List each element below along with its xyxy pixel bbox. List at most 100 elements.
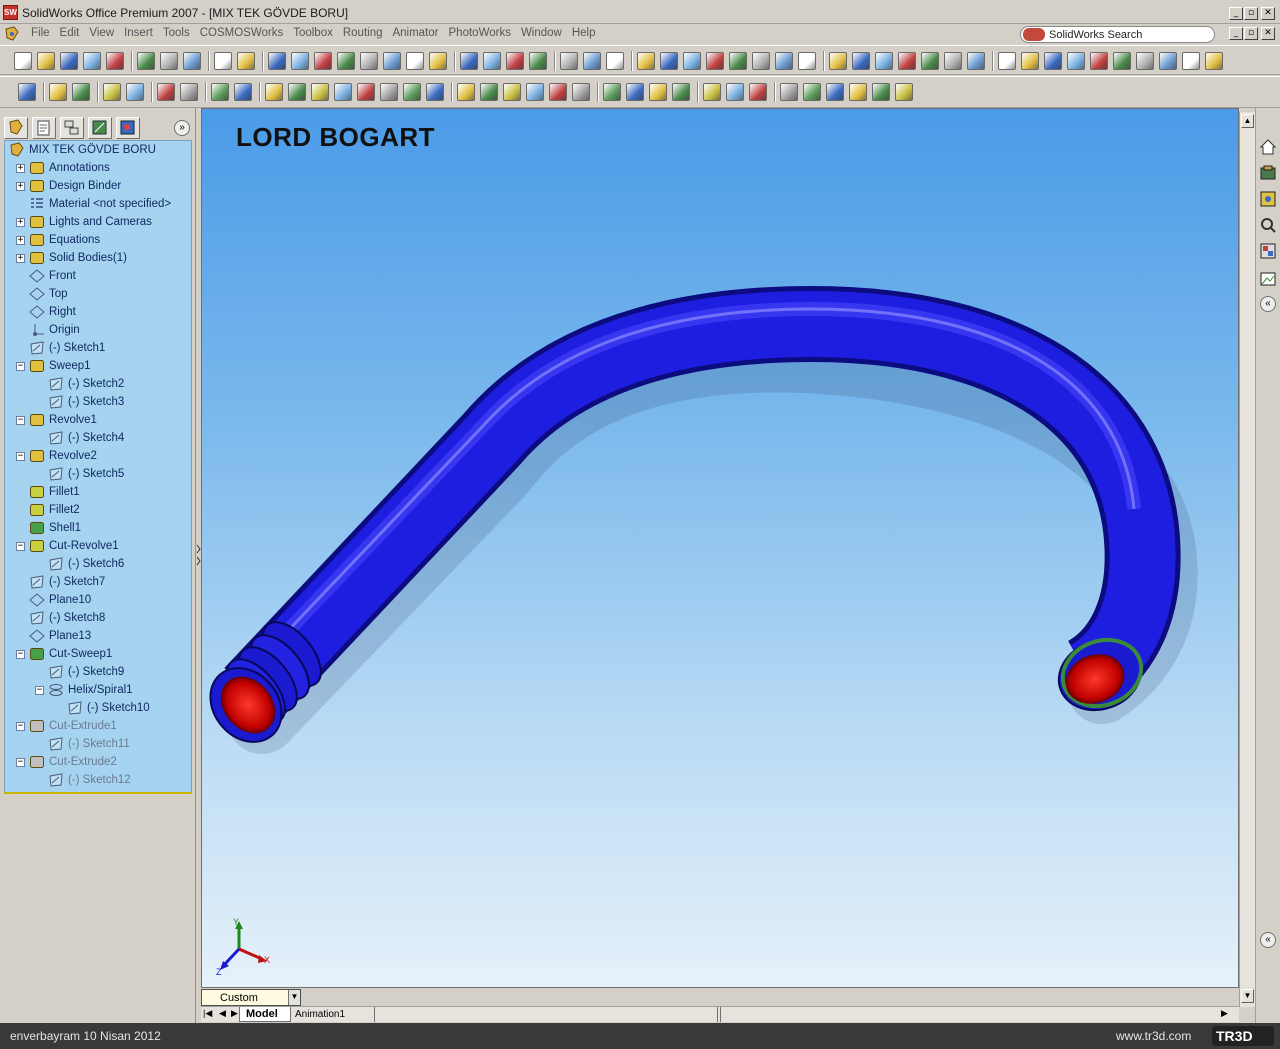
sweep-icon[interactable]	[480, 83, 498, 101]
sketch-icon[interactable]	[672, 83, 690, 101]
expand-icon[interactable]: +	[16, 236, 25, 245]
doc-close-button[interactable]: ✕	[1261, 27, 1275, 40]
collapse-pane-icon[interactable]: «	[1260, 296, 1276, 312]
undo-icon[interactable]	[1067, 52, 1085, 70]
pan-icon[interactable]	[875, 52, 893, 70]
menu-tools[interactable]: Tools	[158, 27, 195, 39]
design-library-icon[interactable]	[1259, 190, 1277, 208]
extrude-icon[interactable]	[103, 83, 121, 101]
smart-dimension-icon[interactable]	[703, 83, 721, 101]
loft-icon[interactable]	[826, 83, 844, 101]
menu-edit[interactable]: Edit	[55, 27, 85, 39]
collapse-icon[interactable]: −	[16, 452, 25, 461]
shell-icon[interactable]	[572, 83, 590, 101]
view-icon[interactable]	[1205, 52, 1223, 70]
print-icon[interactable]	[1044, 52, 1062, 70]
pattern-icon[interactable]	[603, 83, 621, 101]
print-icon[interactable]	[406, 52, 424, 70]
menu-file[interactable]: File	[26, 27, 55, 39]
print-icon[interactable]	[83, 52, 101, 70]
tab-model[interactable]: Model	[239, 1007, 291, 1022]
menu-routing[interactable]: Routing	[338, 27, 388, 39]
zoom-icon[interactable]	[506, 52, 524, 70]
dimxpert-tab[interactable]	[88, 117, 112, 139]
collapse-icon[interactable]: −	[35, 686, 44, 695]
extrude-icon[interactable]	[426, 83, 444, 101]
sketch-icon[interactable]	[357, 83, 375, 101]
close-button[interactable]: ✕	[1261, 7, 1275, 20]
save-icon[interactable]	[1021, 52, 1039, 70]
select-icon[interactable]	[1113, 52, 1131, 70]
collapse-icon[interactable]: −	[16, 650, 25, 659]
new-icon[interactable]	[337, 52, 355, 70]
collapse-icon[interactable]: −	[16, 722, 25, 731]
menu-cosmosworks[interactable]: COSMOSWorks	[195, 27, 289, 39]
fillet-icon[interactable]	[849, 83, 867, 101]
solidworks-app-icon[interactable]: SW	[3, 5, 18, 20]
menu-animator[interactable]: Animator	[387, 27, 443, 39]
revolve-icon[interactable]	[780, 83, 798, 101]
expand-icon[interactable]: +	[16, 164, 25, 173]
menu-window[interactable]: Window	[516, 27, 567, 39]
property-manager-tab[interactable]	[32, 117, 56, 139]
select-icon[interactable]	[798, 52, 816, 70]
expand-icon[interactable]: +	[16, 182, 25, 191]
doc-minimize-button[interactable]: _	[1229, 27, 1243, 40]
scroll-right-icon[interactable]: ▶	[1221, 1008, 1228, 1019]
scroll-up-icon[interactable]: ▲	[1241, 114, 1254, 128]
undo-icon[interactable]	[429, 52, 447, 70]
menu-toolbox[interactable]: Toolbox	[288, 27, 338, 39]
menu-photoworks[interactable]: PhotoWorks	[444, 27, 516, 39]
chamfer-icon[interactable]	[872, 83, 890, 101]
zoom-icon[interactable]	[183, 52, 201, 70]
chevron-down-icon[interactable]: ▼	[288, 990, 300, 1005]
new-icon[interactable]	[967, 52, 985, 70]
mirror-icon[interactable]	[626, 83, 644, 101]
display-icon[interactable]	[314, 52, 332, 70]
rotate-icon[interactable]	[852, 52, 870, 70]
open-icon[interactable]	[683, 52, 701, 70]
search-pane-icon[interactable]	[1259, 242, 1277, 260]
doc-restore-button[interactable]: ▫	[1244, 27, 1258, 40]
select-icon[interactable]	[160, 52, 178, 70]
redo-icon[interactable]	[775, 52, 793, 70]
tab-next-icon[interactable]: ▶	[231, 1008, 238, 1019]
pan-icon[interactable]	[237, 52, 255, 70]
loft-icon[interactable]	[503, 83, 521, 101]
menu-insert[interactable]: Insert	[119, 27, 158, 39]
collapse-icon[interactable]: −	[16, 542, 25, 551]
open-icon[interactable]	[998, 52, 1016, 70]
chamfer-icon[interactable]	[549, 83, 567, 101]
open-icon[interactable]	[360, 52, 378, 70]
configuration-manager-tab[interactable]	[60, 117, 84, 139]
reference-icon[interactable]	[649, 83, 667, 101]
view-icon[interactable]	[268, 52, 286, 70]
rollback-bar[interactable]	[4, 792, 192, 794]
section-icon[interactable]	[606, 52, 624, 70]
redo-icon[interactable]	[137, 52, 155, 70]
file-explorer-icon[interactable]	[1259, 216, 1277, 234]
section-icon[interactable]	[921, 52, 939, 70]
zoom-icon[interactable]	[1136, 52, 1154, 70]
pan-icon[interactable]	[1182, 52, 1200, 70]
collapse-icon[interactable]: −	[16, 362, 25, 371]
tab-animation1[interactable]: Animation1	[291, 1007, 375, 1022]
select-icon[interactable]	[483, 52, 501, 70]
shell-icon[interactable]	[265, 83, 283, 101]
collapse-icon[interactable]: −	[16, 758, 25, 767]
save-icon[interactable]	[60, 52, 78, 70]
view-palette-icon[interactable]	[1259, 270, 1277, 288]
minimize-button[interactable]: _	[1229, 7, 1243, 20]
document-menu-icon[interactable]	[4, 26, 20, 42]
revolve-icon[interactable]	[126, 83, 144, 101]
save-icon[interactable]	[706, 52, 724, 70]
expand-panel-icon[interactable]: »	[174, 120, 190, 136]
rotate-icon[interactable]	[1159, 52, 1177, 70]
resources-icon[interactable]	[1259, 164, 1277, 182]
reference-icon[interactable]	[334, 83, 352, 101]
feature-icon[interactable]	[72, 83, 90, 101]
graphics-area[interactable]: Y X Z	[201, 108, 1239, 988]
print-icon[interactable]	[729, 52, 747, 70]
loft-icon[interactable]	[180, 83, 198, 101]
sweep-icon[interactable]	[157, 83, 175, 101]
